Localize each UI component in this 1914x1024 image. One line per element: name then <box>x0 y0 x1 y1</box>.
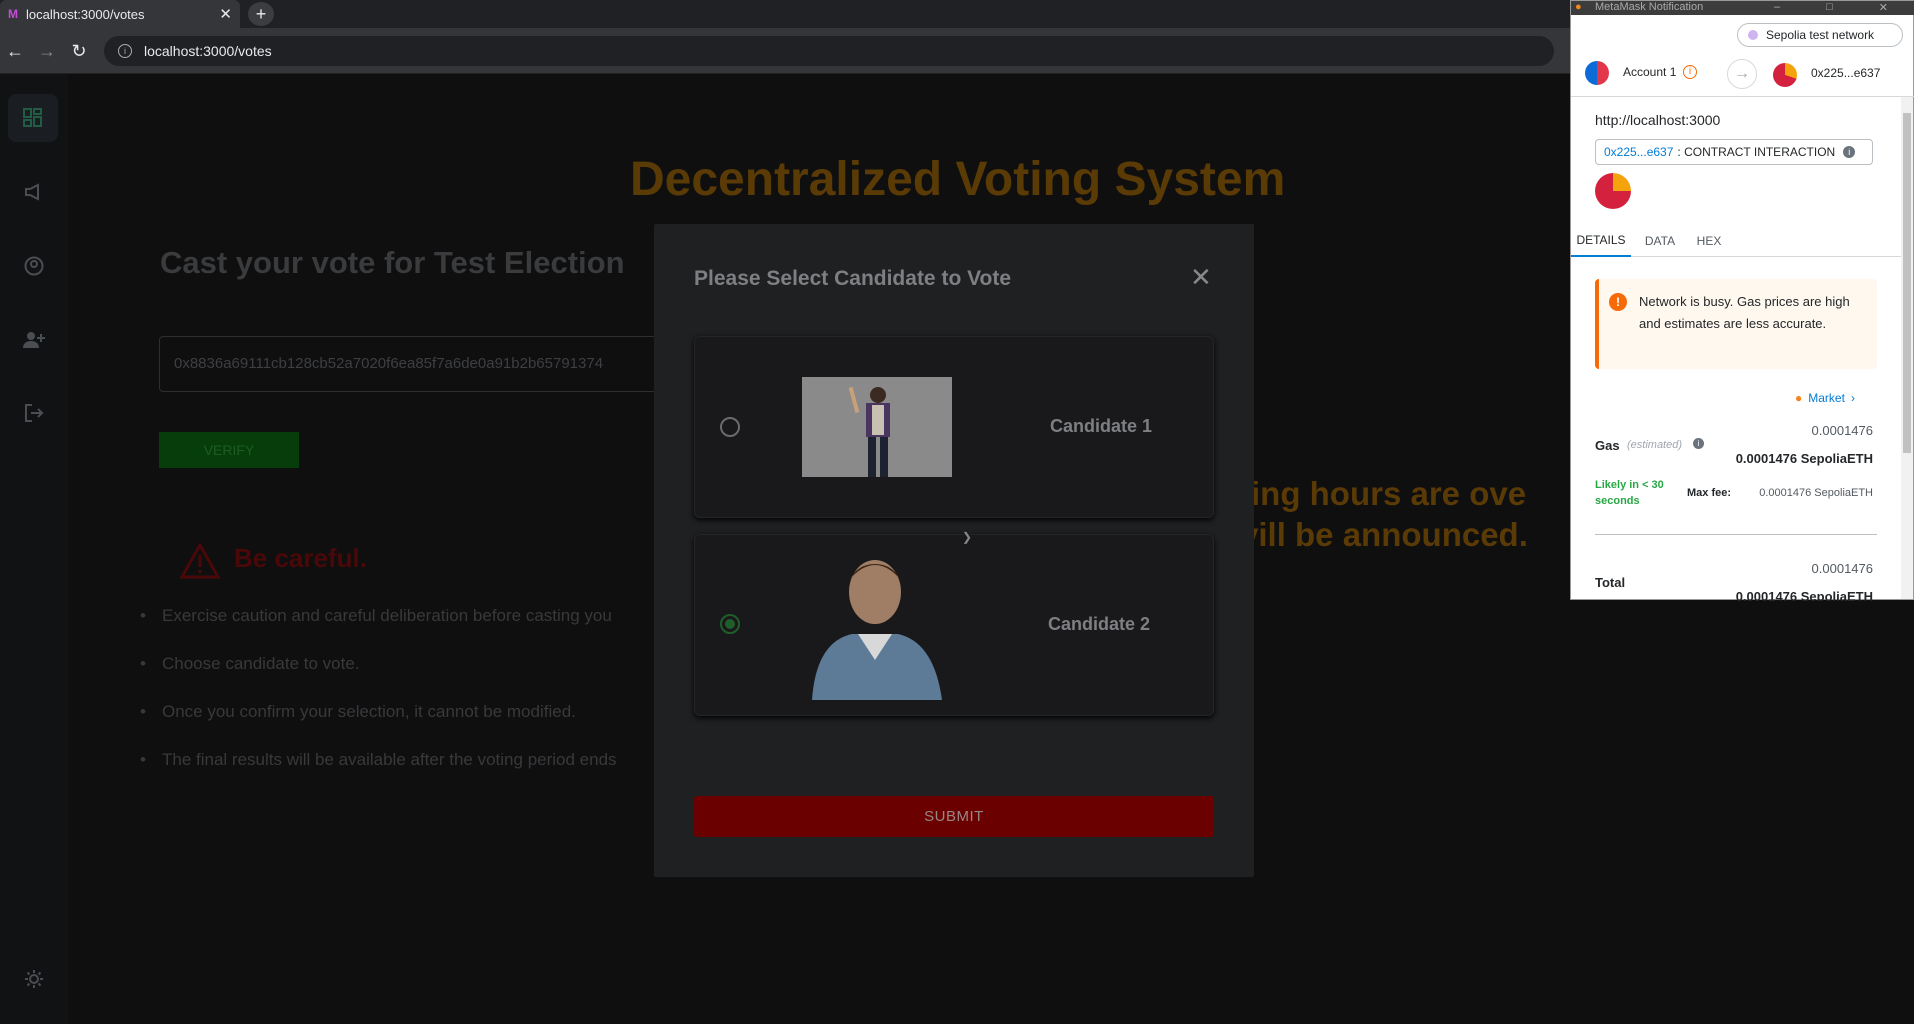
recipient-avatar <box>1773 63 1797 87</box>
election-subtitle: Cast your vote for Test Election <box>160 245 625 280</box>
total-label: Total <box>1595 575 1626 590</box>
network-dot-icon <box>1748 30 1758 40</box>
account-name: Account 1 <box>1623 65 1677 79</box>
info-icon[interactable]: i <box>1683 65 1697 79</box>
warning-icon: ! <box>1609 293 1627 311</box>
voting-over-message: ting hours are ove <box>1240 475 1527 512</box>
browser-tab[interactable]: M localhost:3000/votes ✕ <box>0 0 240 28</box>
fox-icon: ● <box>1795 391 1803 405</box>
tab-details[interactable]: DETAILS <box>1571 225 1631 257</box>
candidate-1-photo <box>802 377 952 477</box>
candidate-2-photo <box>802 550 948 700</box>
results-announce-message: vill be announced. <box>1240 516 1528 553</box>
max-fee-value: 0.0001476 SepoliaETH <box>1759 487 1873 499</box>
list-item: • The final results will be available aft… <box>140 750 617 769</box>
gas-label: Gas <box>1595 438 1620 453</box>
gas-market-selector[interactable]: ● Market › <box>1795 391 1855 405</box>
site-info-icon[interactable]: i <box>118 44 132 58</box>
logout-icon[interactable] <box>18 397 50 429</box>
list-item: • Once you confirm your selection, it can… <box>140 702 576 721</box>
contract-avatar <box>1595 173 1631 209</box>
chevron-right-icon: › <box>1850 391 1855 405</box>
max-fee-label: Max fee: <box>1687 487 1732 499</box>
verify-button[interactable]: VERIFY <box>159 432 299 468</box>
sidebar <box>0 74 68 1024</box>
close-window-icon[interactable]: ✕ <box>1879 1 1888 15</box>
sun-icon[interactable] <box>18 963 50 995</box>
arrow-right-icon: → <box>1727 59 1757 89</box>
scrollbar-thumb[interactable] <box>1903 113 1911 453</box>
tab-data[interactable]: DATA <box>1637 225 1683 257</box>
new-tab-button[interactable]: + <box>248 2 274 26</box>
gas-estimated-label: (estimated) <box>1627 439 1683 451</box>
close-icon[interactable]: ✕ <box>1190 262 1212 293</box>
megaphone-icon[interactable] <box>18 176 50 208</box>
info-icon[interactable]: i <box>1843 146 1856 158</box>
candidate-2-name: Candidate 2 <box>1048 614 1151 634</box>
candidate-1-name: Candidate 1 <box>1050 416 1153 436</box>
total-value-fiat: 0.0001476 <box>1811 561 1873 576</box>
contract-interaction-badge[interactable]: 0x225...e637 : CONTRACT INTERACTION i <box>1595 139 1873 165</box>
modal-title: Please Select Candidate to Vote <box>694 267 1012 290</box>
account-avatar <box>1585 61 1609 85</box>
close-tab-icon[interactable]: ✕ <box>219 5 232 23</box>
maximize-icon[interactable]: □ <box>1826 1 1833 15</box>
origin-url: http://localhost:3000 <box>1595 112 1721 128</box>
info-icon[interactable]: i <box>1693 438 1704 449</box>
warning-heading: Be careful. <box>234 543 367 573</box>
submit-button[interactable]: SUBMIT <box>694 796 1214 837</box>
candidate-2-radio[interactable] <box>720 614 740 634</box>
list-item: • Choose candidate to vote. <box>140 654 360 673</box>
network-selector[interactable]: Sepolia test network <box>1737 23 1903 47</box>
add-user-icon[interactable] <box>18 324 50 356</box>
url-text: localhost:3000/votes <box>144 43 272 59</box>
user-icon[interactable] <box>18 250 50 282</box>
address-bar[interactable]: i localhost:3000/votes <box>104 36 1554 66</box>
divider <box>1595 534 1877 535</box>
metamask-popup: MetaMask Notification ● – □ ✕ Sepolia te… <box>1570 0 1914 601</box>
reload-icon[interactable]: ↻ <box>68 40 90 62</box>
metamask-fox-icon: ● <box>1575 1 1582 13</box>
list-item: • Exercise caution and careful deliberati… <box>140 606 612 625</box>
likely-time: Likely in < 30 seconds <box>1595 479 1664 507</box>
candidate-1-radio[interactable] <box>720 417 740 437</box>
warning-icon <box>180 543 220 579</box>
gas-value-eth: 0.0001476 SepoliaETH <box>1735 451 1873 466</box>
back-icon[interactable]: ← <box>4 40 26 62</box>
cursor-icon: ❯ <box>962 530 973 544</box>
tab-hex[interactable]: HEX <box>1689 225 1729 257</box>
page-title: Decentralized Voting System <box>630 153 1286 206</box>
site-favicon-icon: M <box>8 7 18 21</box>
recipient-address[interactable]: 0x225...e637 <box>1811 66 1880 80</box>
warning-text: Network is busy. Gas prices are high and… <box>1639 294 1850 331</box>
total-value-eth: 0.0001476 SepoliaETH <box>1735 589 1873 601</box>
gas-value-fiat: 0.0001476 <box>1811 423 1873 438</box>
dashboard-icon[interactable] <box>8 94 58 142</box>
minimize-icon[interactable]: – <box>1774 1 1780 15</box>
tab-title: localhost:3000/votes <box>26 6 145 22</box>
forward-icon[interactable]: → <box>36 40 58 62</box>
window-controls[interactable]: – □ ✕ <box>1751 1 1911 15</box>
voter-hash-input[interactable]: 0x8836a69111cb128cb52a7020f6ea85f7a6de0a… <box>159 336 679 392</box>
